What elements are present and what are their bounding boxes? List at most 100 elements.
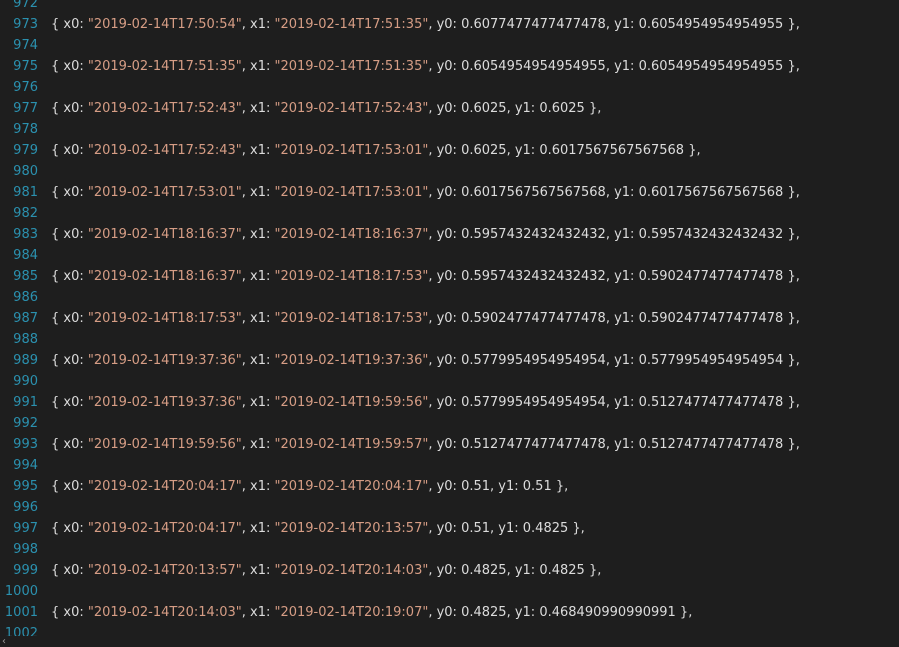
code-line[interactable]: 999 { x0: "2019-02-14T20:13:57", x1: "201… [0, 560, 899, 581]
code-line[interactable]: 976 [0, 77, 899, 98]
code-token: { x0: [51, 311, 88, 326]
code-line[interactable]: 978 [0, 119, 899, 140]
string-literal: "2019-02-14T19:37:36" [87, 395, 242, 410]
code-line[interactable]: 983 { x0: "2019-02-14T18:16:37", x1: "201… [0, 224, 899, 245]
code-line[interactable]: 979 { x0: "2019-02-14T17:52:43", x1: "201… [0, 140, 899, 161]
string-literal: "2019-02-14T20:19:07" [274, 605, 429, 620]
line-number: 996 [13, 500, 38, 515]
code-line[interactable]: 975 { x0: "2019-02-14T17:51:35", x1: "201… [0, 56, 899, 77]
code-token: , y1: [605, 269, 639, 284]
string-literal: "2019-02-14T17:53:01" [274, 185, 429, 200]
line-number: 1001 [4, 605, 38, 620]
code-line[interactable]: 987 { x0: "2019-02-14T18:17:53", x1: "201… [0, 308, 899, 329]
code-line[interactable]: 972 [0, 0, 899, 14]
number-literal: 0.4825 [461, 563, 507, 578]
string-literal: "2019-02-14T19:37:36" [274, 353, 429, 368]
code-text: { x0: "2019-02-14T19:59:56", x1: "2019-0… [51, 434, 800, 455]
line-number: 979 [13, 143, 38, 158]
code-token: , y1: [605, 353, 639, 368]
code-line[interactable]: 974 [0, 35, 899, 56]
code-line[interactable]: 996 [0, 497, 899, 518]
code-token: , y0: [428, 59, 462, 74]
code-line[interactable]: 992 [0, 413, 899, 434]
code-text: { x0: "2019-02-14T18:16:37", x1: "2019-0… [51, 266, 800, 287]
number-literal: 0.6017567567567568 [638, 185, 784, 200]
number-literal: 0.6054954954954955 [638, 17, 784, 32]
code-token: , y0: [428, 269, 462, 284]
code-line[interactable]: 973 { x0: "2019-02-14T17:50:54", x1: "201… [0, 14, 899, 35]
code-token: , x1: [241, 395, 275, 410]
line-number: 988 [13, 332, 38, 347]
string-literal: "2019-02-14T17:50:54" [87, 17, 242, 32]
number-literal: 0.4825 [539, 563, 585, 578]
number-literal: 0.6054954954954955 [461, 59, 606, 74]
code-token: , x1: [241, 101, 275, 116]
code-token: , y0: [428, 353, 462, 368]
code-token: , y0: [428, 101, 462, 116]
line-number: 987 [13, 311, 38, 326]
code-line[interactable]: 984 [0, 245, 899, 266]
code-token: }, [551, 479, 569, 494]
code-line[interactable]: 1001 { x0: "2019-02-14T20:14:03", x1: "20… [0, 602, 899, 623]
number-literal: 0.6025 [461, 101, 507, 116]
string-literal: "2019-02-14T18:17:53" [274, 311, 429, 326]
code-token: , y0: [428, 479, 462, 494]
code-token: }, [675, 605, 693, 620]
code-line[interactable]: 993 { x0: "2019-02-14T19:59:56", x1: "201… [0, 434, 899, 455]
code-line[interactable]: 1000 [0, 581, 899, 602]
code-line[interactable]: 997 { x0: "2019-02-14T20:04:17", x1: "201… [0, 518, 899, 539]
line-number: 989 [13, 353, 38, 368]
code-text: { x0: "2019-02-14T20:04:17", x1: "2019-0… [51, 476, 568, 497]
code-token: , y1: [506, 563, 540, 578]
code-line[interactable]: 995 { x0: "2019-02-14T20:04:17", x1: "201… [0, 476, 899, 497]
code-line[interactable]: 982 [0, 203, 899, 224]
code-token: }, [783, 311, 800, 326]
string-literal: "2019-02-14T17:53:01" [87, 185, 242, 200]
code-token: , x1: [241, 605, 275, 620]
number-literal: 0.5957432432432432 [461, 269, 606, 284]
code-line[interactable]: 988 [0, 329, 899, 350]
number-literal: 0.5127477477477478 [461, 437, 606, 452]
code-token: , y1: [506, 143, 540, 158]
code-line[interactable]: 998 [0, 539, 899, 560]
code-token: , x1: [241, 143, 275, 158]
code-token: , x1: [241, 437, 275, 452]
code-token: { x0: [51, 59, 88, 74]
string-literal: "2019-02-14T17:51:35" [274, 17, 429, 32]
line-number: 1000 [4, 584, 38, 599]
code-token: , y1: [605, 59, 639, 74]
code-token: }, [783, 185, 800, 200]
number-literal: 0.5779954954954954 [461, 395, 606, 410]
code-line[interactable]: 994 [0, 455, 899, 476]
number-literal: 0.5957432432432432 [638, 227, 784, 242]
code-text: { x0: "2019-02-14T18:17:53", x1: "2019-0… [51, 308, 800, 329]
string-literal: "2019-02-14T20:04:17" [87, 521, 242, 536]
code-token: , y0: [428, 227, 462, 242]
code-token: , y1: [490, 521, 523, 536]
code-editor[interactable]: 972 973{ x0: "2019-02-14T17:50:54", x1: "… [0, 0, 899, 647]
code-token: , y1: [506, 605, 540, 620]
horizontal-scrollbar[interactable]: ‹ [0, 636, 899, 647]
string-literal: "2019-02-14T19:59:56" [274, 395, 429, 410]
string-literal: "2019-02-14T20:14:03" [274, 563, 429, 578]
code-line[interactable]: 981 { x0: "2019-02-14T17:53:01", x1: "201… [0, 182, 899, 203]
line-number: 974 [13, 38, 38, 53]
code-line[interactable]: 989 { x0: "2019-02-14T19:37:36", x1: "201… [0, 350, 899, 371]
code-token: , x1: [241, 185, 275, 200]
code-line[interactable]: 985 { x0: "2019-02-14T18:16:37", x1: "201… [0, 266, 899, 287]
scroll-left-arrow-icon[interactable]: ‹ [2, 636, 12, 647]
number-literal: 0.468490990990991 [539, 605, 676, 620]
number-literal: 0.5902477477477478 [638, 269, 784, 284]
code-token: , y0: [428, 437, 462, 452]
code-line[interactable]: 977 { x0: "2019-02-14T17:52:43", x1: "201… [0, 98, 899, 119]
code-line[interactable]: 990 [0, 371, 899, 392]
string-literal: "2019-02-14T19:59:56" [87, 437, 242, 452]
code-token: }, [783, 269, 800, 284]
code-line[interactable]: 986 [0, 287, 899, 308]
code-line[interactable]: 980 [0, 161, 899, 182]
string-literal: "2019-02-14T17:52:43" [274, 101, 429, 116]
code-line[interactable]: 991 { x0: "2019-02-14T19:37:36", x1: "201… [0, 392, 899, 413]
code-token: , y0: [428, 521, 462, 536]
code-token: , x1: [241, 227, 275, 242]
string-literal: "2019-02-14T19:59:57" [274, 437, 429, 452]
